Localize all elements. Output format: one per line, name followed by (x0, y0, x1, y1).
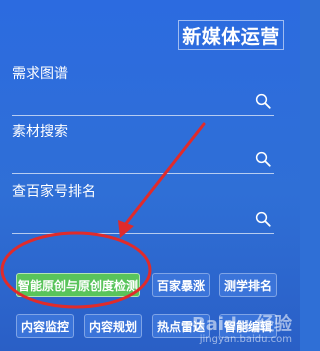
ranking-button[interactable]: 测学排名 (219, 273, 277, 297)
panel-title: 新媒体运营 (178, 20, 284, 50)
demand-graph-field[interactable]: 需求图谱 (12, 66, 274, 116)
watermark-url: jingyan.baidu.com (199, 333, 292, 345)
material-search-label: 素材搜索 (12, 124, 68, 140)
baijiahao-ranking-field[interactable]: 查百家号排名 (12, 184, 274, 234)
content-monitor-button[interactable]: 内容监控 (16, 314, 74, 338)
baijiahao-ranking-underline (12, 233, 274, 234)
content-plan-button[interactable]: 内容规划 (84, 314, 142, 338)
search-icon[interactable] (254, 210, 272, 228)
search-icon[interactable] (254, 150, 272, 168)
baijiahao-ranking-label: 查百家号排名 (12, 184, 96, 200)
annotation-overlay (0, 122, 206, 309)
search-icon[interactable] (254, 92, 272, 110)
demand-graph-label: 需求图谱 (12, 66, 68, 82)
smart-original-detect-button[interactable]: 智能原创与原创度检测 (16, 273, 140, 297)
baijia-surge-button[interactable]: 百家暴涨 (152, 273, 210, 297)
watermark-brand: Baidu 经验 (191, 313, 292, 335)
material-search-field[interactable]: 素材搜索 (12, 124, 274, 174)
demand-graph-underline (12, 115, 274, 116)
new-media-operations-panel: 新媒体运营 需求图谱 素材搜索 查百家号排名 智能原创与原创度检测 百家暴涨 测… (0, 0, 300, 351)
baidu-jingyan-watermark: Baidu 经验 jingyan.baidu.com (191, 313, 292, 345)
material-search-underline (12, 173, 274, 174)
